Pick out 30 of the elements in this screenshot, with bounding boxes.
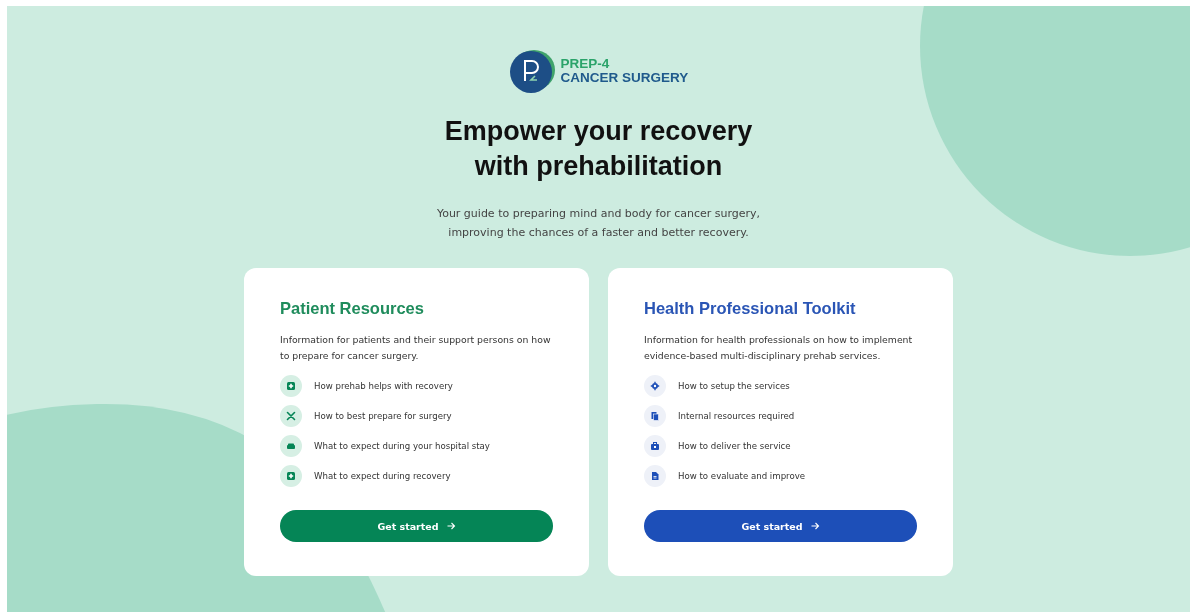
card-description: Information for patients and their support persons on how to prepare for cancer surgery. (280, 333, 552, 363)
card-title: Patient Resources (280, 299, 425, 318)
medical-cross-icon (286, 471, 296, 481)
subtitle: Your guide to preparing mind and body for cancer surgery, (436, 206, 761, 222)
resource-link[interactable]: How to best prepare for surgery (314, 411, 452, 421)
card-description: Information for health professionals on how to implement evidence-based multi-disciplinary prehab services. (644, 333, 914, 363)
medical-cross-icon (286, 381, 296, 391)
resource-link[interactable]: What to expect during your hospital stay (314, 441, 490, 451)
logo-text: CANCER SURGERY (560, 71, 689, 85)
arrow-icon (810, 522, 820, 530)
resource-link[interactable]: What to expect during recovery (314, 471, 451, 481)
get-started-button[interactable]: Get started (644, 510, 917, 542)
briefcase-icon (650, 441, 660, 451)
bed-icon (286, 441, 296, 451)
resource-link[interactable]: How to evaluate and improve (678, 471, 806, 481)
subtitle: improving the chances of a faster and better recovery. (448, 225, 749, 241)
arrow-icon (446, 522, 456, 530)
get-started-button[interactable]: Get started (280, 510, 553, 542)
document-icon (650, 471, 660, 481)
logo-text: PREP-4 (560, 57, 611, 71)
resource-link[interactable]: Internal resources required (678, 411, 795, 421)
resource-link[interactable]: How to setup the services (678, 381, 790, 391)
page-heading: with prehabilitation (474, 150, 723, 183)
page-heading: Empower your recovery (444, 115, 753, 148)
crossed-tools-icon (286, 411, 296, 421)
resource-link[interactable]: How prehab helps with recovery (314, 381, 453, 391)
card-title: Health Professional Toolkit (644, 299, 857, 318)
logo-icon (508, 48, 555, 94)
documents-icon (650, 411, 660, 421)
resource-link[interactable]: How to deliver the service (678, 441, 791, 451)
